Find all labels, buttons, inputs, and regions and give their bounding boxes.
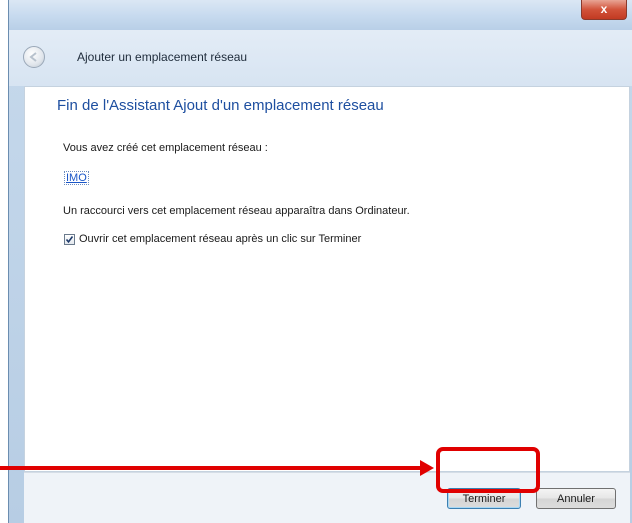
annotation-arrow-head — [420, 460, 434, 476]
created-text: Vous avez créé cet emplacement réseau : — [63, 142, 268, 154]
open-location-label: Ouvrir cet emplacement réseau après un c… — [79, 233, 362, 245]
wizard-header: Ajouter un emplacement réseau — [9, 30, 632, 86]
shortcut-info-text: Un raccourci vers cet emplacement réseau… — [63, 205, 410, 217]
wizard-title: Ajouter un emplacement réseau — [77, 50, 248, 64]
checkmark-icon — [65, 235, 74, 243]
annotation-highlight-box — [436, 447, 540, 493]
back-button[interactable] — [23, 46, 45, 68]
open-location-checkbox[interactable] — [64, 233, 75, 245]
back-arrow-icon — [29, 52, 37, 62]
wizard-window: x Ajouter un emplacement réseau Fin de l… — [8, 0, 632, 523]
cancel-button[interactable]: Annuler — [536, 488, 616, 509]
title-bar[interactable]: x — [9, 0, 632, 30]
close-button[interactable]: x — [581, 0, 627, 20]
open-location-option[interactable]: Ouvrir cet emplacement réseau après un c… — [64, 233, 361, 245]
wizard-content: Fin de l'Assistant Ajout d'un emplacemen… — [24, 86, 630, 472]
page-heading: Fin de l'Assistant Ajout d'un emplacemen… — [57, 97, 384, 114]
network-location-name: IMO — [64, 171, 89, 185]
annotation-arrow-line — [0, 466, 428, 470]
